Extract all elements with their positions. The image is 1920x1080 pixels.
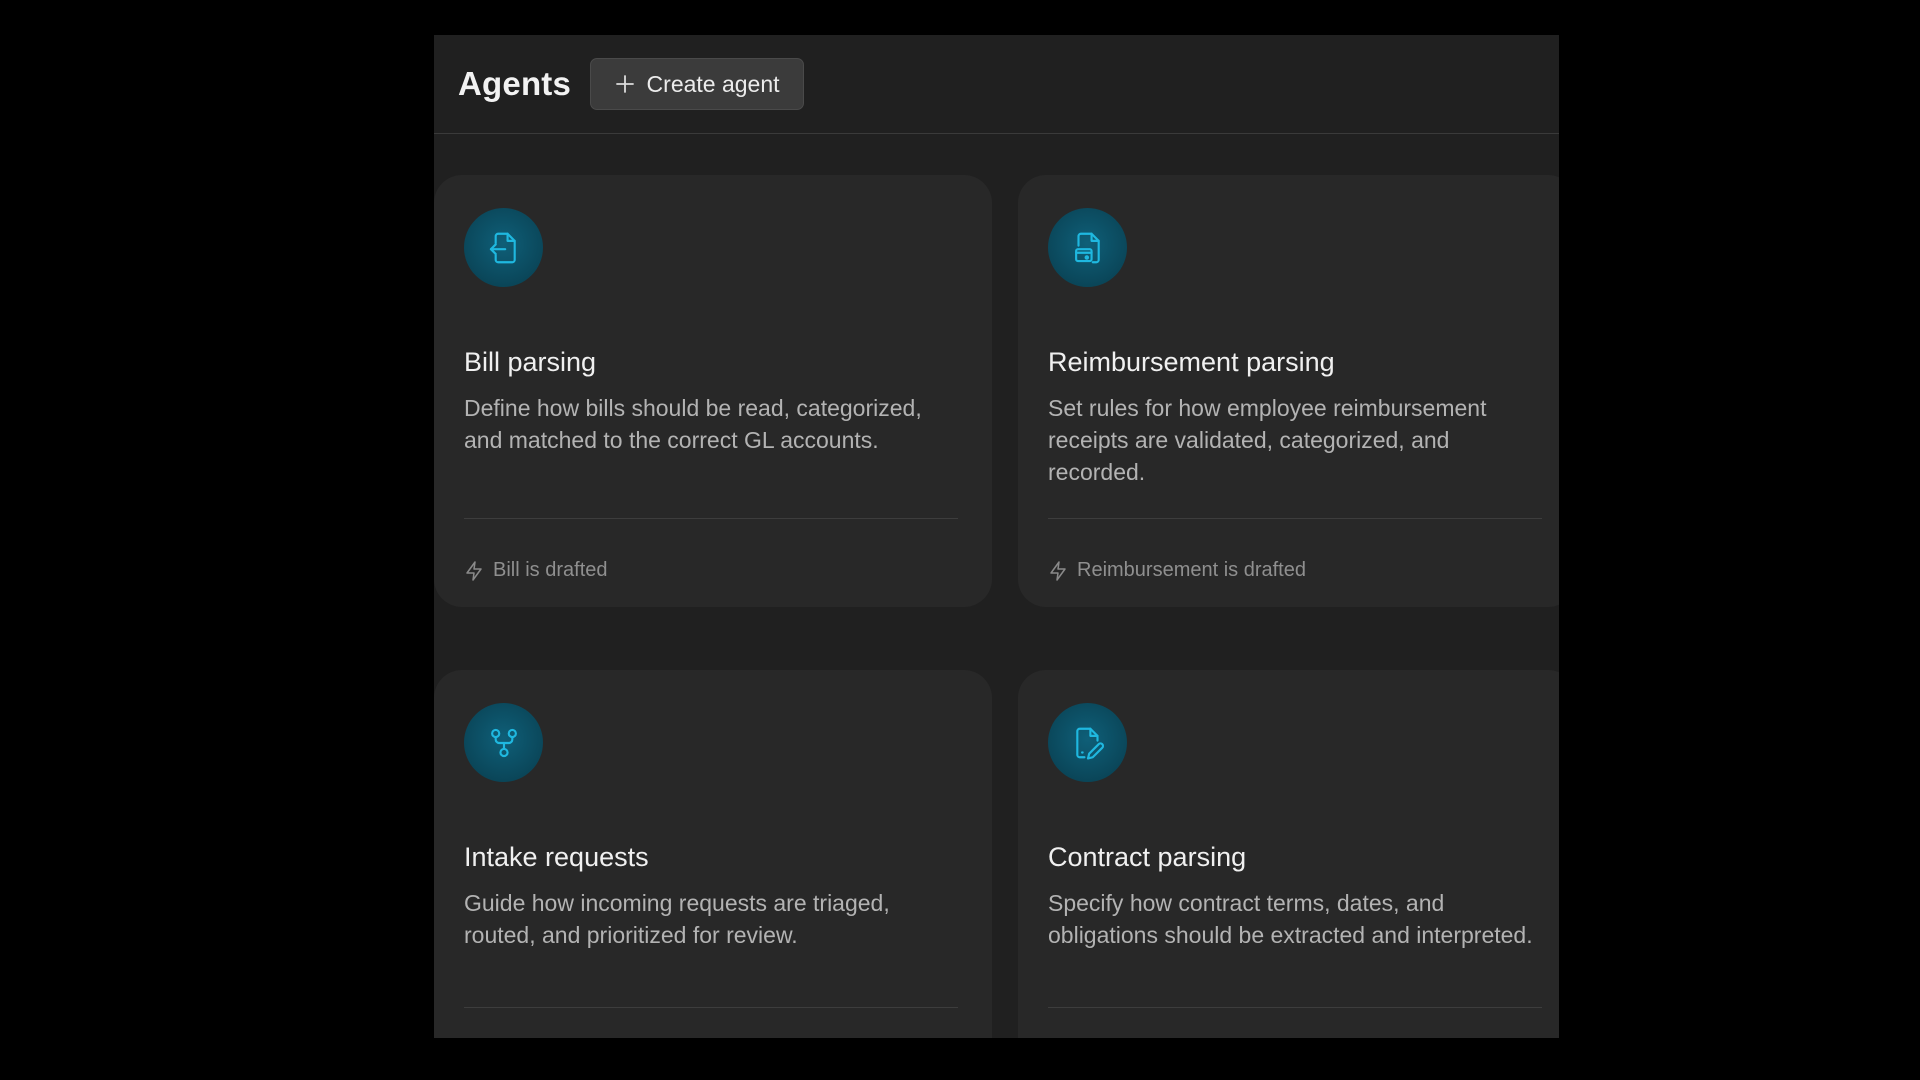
create-agent-button-label: Create agent: [646, 70, 780, 97]
page-title: Agents: [458, 65, 572, 102]
file-import-icon: [464, 208, 543, 287]
page-header: Agents Create agent: [434, 35, 1559, 134]
lightning-icon: [1050, 560, 1066, 581]
agent-card-title: Reimbursement parsing: [1048, 347, 1335, 377]
agents-page: Agents Create agent Bill parsing Define …: [434, 35, 1559, 1038]
plus-icon: [615, 75, 634, 93]
agent-card-bill-parsing[interactable]: Bill parsing Define how bills should be …: [434, 175, 992, 607]
agent-card-trigger-label: Bill is drafted: [493, 559, 608, 581]
agent-card-description: Define how bills should be read, categor…: [464, 395, 922, 453]
card-divider: [464, 1007, 958, 1008]
agent-card-title: Intake requests: [464, 842, 649, 872]
card-divider: [464, 518, 958, 519]
agent-card-title: Contract parsing: [1048, 842, 1247, 872]
agent-card-description: Set rules for how employee reimbursement…: [1048, 395, 1487, 485]
create-agent-button[interactable]: Create agent: [590, 58, 805, 110]
card-divider: [1048, 518, 1542, 519]
agent-card-trigger: Bill is drafted: [464, 559, 608, 582]
agent-card-title: Bill parsing: [464, 347, 597, 377]
lightning-icon: [466, 560, 482, 581]
agent-card-reimbursement-parsing[interactable]: Reimbursement parsing Set rules for how …: [1018, 175, 1559, 607]
agent-card-trigger-label: Reimbursement is drafted: [1077, 559, 1306, 581]
git-branch-icon: [464, 703, 543, 782]
agent-card-contract-parsing[interactable]: Contract parsing Specify how contract te…: [1018, 670, 1559, 1038]
file-receipt-icon: [1048, 208, 1127, 287]
agent-card-description: Specify how contract terms, dates, and o…: [1048, 890, 1533, 948]
card-divider: [1048, 1007, 1542, 1008]
agent-card-description: Guide how incoming requests are triaged,…: [464, 890, 890, 948]
agent-card-intake-requests[interactable]: Intake requests Guide how incoming reque…: [434, 670, 992, 1038]
agent-card-trigger: Reimbursement is drafted: [1048, 559, 1306, 582]
file-signature-icon: [1048, 703, 1127, 782]
